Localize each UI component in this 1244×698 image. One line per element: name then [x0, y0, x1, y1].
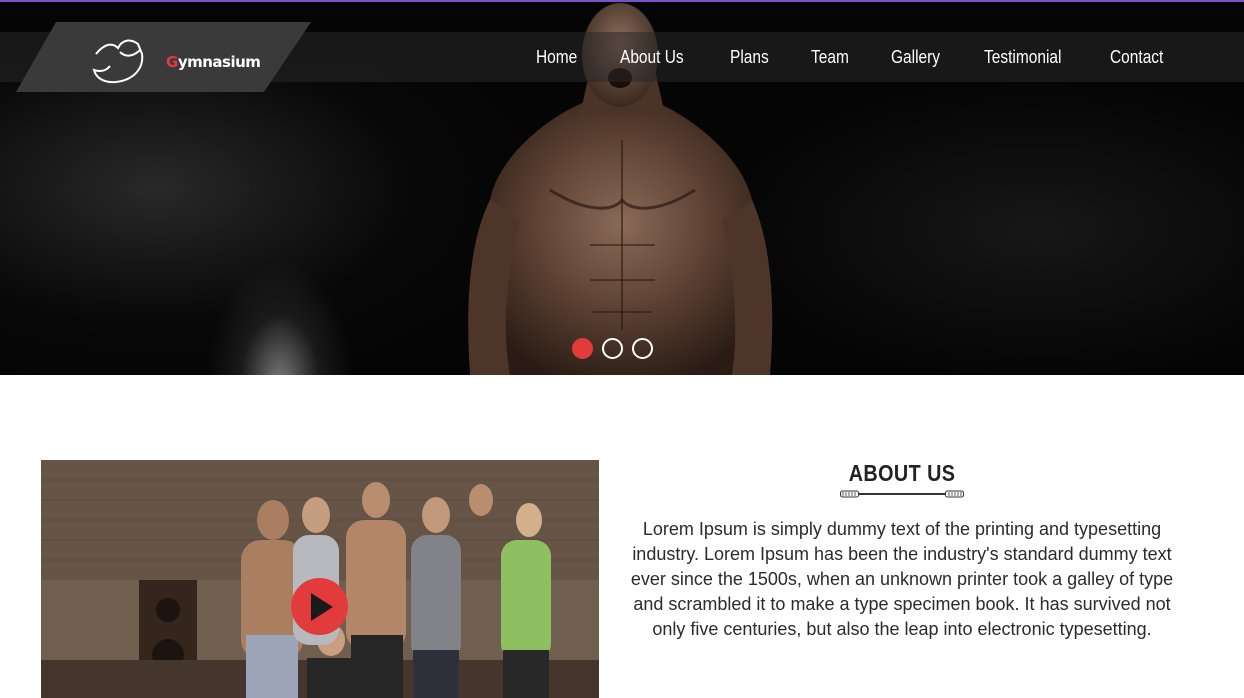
page: Gymnasium Home About Us Plans Team Galle…: [0, 0, 1244, 698]
nav-item-team[interactable]: Team: [811, 44, 855, 70]
play-icon: [311, 593, 333, 621]
nav-label[interactable]: Contact: [1110, 47, 1163, 68]
about-section: ABOUT US Lorem Ipsum is simply dummy tex…: [620, 458, 1184, 642]
nav-label[interactable]: Team: [811, 47, 849, 68]
hero-background-glow-right: [724, 80, 1244, 375]
nav-label[interactable]: Home: [536, 47, 577, 68]
nav-label[interactable]: Testimonial: [984, 47, 1061, 68]
logo-text: Gymnasium: [166, 53, 261, 71]
main-nav: Home About Us Plans Team Gallery Testimo…: [500, 44, 1172, 70]
nav-item-contact[interactable]: Contact: [1110, 44, 1172, 70]
about-body-text: Lorem Ipsum is simply dummy text of the …: [630, 519, 1174, 639]
play-video-button[interactable]: [291, 578, 348, 635]
about-title: ABOUT US: [848, 460, 956, 486]
nav-item-plans[interactable]: Plans: [730, 44, 775, 70]
slider-dot-1[interactable]: [572, 338, 593, 359]
flexed-arm-icon: [92, 39, 144, 84]
slider-dot-3[interactable]: [632, 338, 653, 359]
nav-item-about-us[interactable]: About Us: [620, 44, 694, 70]
nav-label[interactable]: About Us: [620, 47, 684, 68]
hero-slider: Gymnasium Home About Us Plans Team Galle…: [0, 0, 1244, 375]
hero-floor-light: [200, 250, 360, 375]
logo[interactable]: Gymnasium: [16, 22, 311, 92]
nav-item-home[interactable]: Home: [536, 44, 584, 70]
dumbbell-rope-icon: [840, 490, 964, 498]
slider-pagination: [572, 338, 653, 359]
slider-dot-2[interactable]: [602, 338, 623, 359]
nav-item-testimonial[interactable]: Testimonial: [984, 44, 1074, 70]
logo-background: [16, 22, 311, 92]
nav-label[interactable]: Gallery: [891, 47, 940, 68]
nav-item-gallery[interactable]: Gallery: [891, 44, 948, 70]
nav-label[interactable]: Plans: [730, 47, 769, 68]
